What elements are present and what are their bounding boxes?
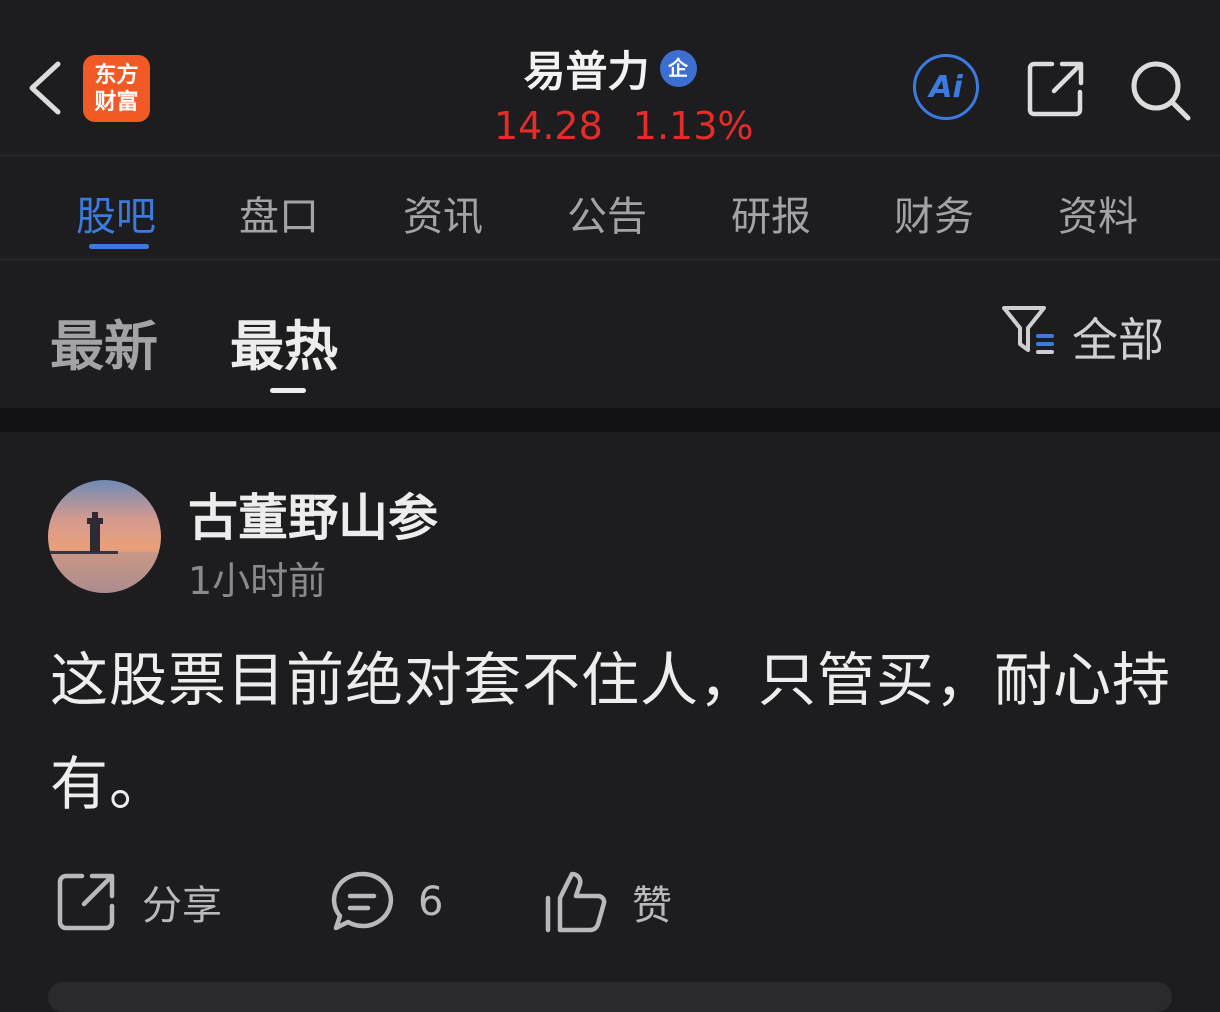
tab-pankou[interactable]: 盘口	[239, 184, 319, 242]
post-card[interactable]: 古董野山参 1小时前 这股票目前绝对套不住人，只管买，耐心持有。 分享 6 赞	[0, 432, 1220, 994]
section-gap	[0, 408, 1220, 432]
filter-icon[interactable]	[1000, 302, 1056, 358]
sort-tabs: 最新 最热 全部	[0, 260, 1220, 408]
like-button[interactable]: 赞	[542, 870, 672, 934]
post-author[interactable]: 古董野山参	[188, 478, 438, 550]
tab-guba[interactable]: 股吧	[76, 184, 156, 242]
filter-label[interactable]: 全部	[1072, 304, 1164, 370]
share-icon[interactable]	[1026, 58, 1086, 118]
active-tab-indicator	[89, 244, 149, 249]
comment-button[interactable]: 6	[330, 870, 443, 934]
stock-quote: 14.28 1.13%	[494, 104, 784, 148]
tab-profile[interactable]: 资料	[1058, 184, 1138, 242]
post-time: 1小时前	[188, 559, 327, 603]
stock-change: 1.13%	[632, 104, 754, 148]
comment-icon	[331, 871, 394, 931]
like-label: 赞	[632, 883, 672, 929]
tab-finance[interactable]: 财务	[894, 184, 974, 242]
thumbs-up-icon	[545, 871, 607, 933]
comment-count: 6	[418, 879, 444, 925]
stock-name: 易普力	[523, 47, 650, 96]
share-button[interactable]: 分享	[54, 870, 222, 934]
subtab-hottest[interactable]: 最热	[230, 302, 338, 381]
enterprise-badge: 企	[659, 50, 697, 87]
share-icon	[57, 873, 115, 931]
avatar[interactable]	[48, 480, 161, 593]
search-icon[interactable]	[1128, 58, 1192, 122]
post-content[interactable]: 这股票目前绝对套不住人，只管买，耐心持有。	[50, 628, 1190, 836]
main-tabs: 股吧 盘口 资讯 公告 研报 财务 资料	[0, 156, 1220, 260]
ai-label: Ai	[929, 69, 963, 105]
tab-research[interactable]: 研报	[731, 184, 811, 242]
next-card-edge	[48, 982, 1172, 1012]
top-bar: 东方 财富 易普力企 14.28 1.13% Ai	[0, 0, 1220, 155]
tab-announcements[interactable]: 公告	[567, 184, 647, 242]
tab-news[interactable]: 资讯	[403, 184, 483, 242]
subtab-latest[interactable]: 最新	[50, 302, 158, 381]
share-label: 分享	[142, 883, 222, 929]
active-subtab-indicator	[270, 388, 306, 393]
avatar-image	[48, 480, 161, 593]
ai-icon[interactable]: Ai	[913, 54, 979, 120]
stock-price: 14.28	[494, 104, 603, 148]
